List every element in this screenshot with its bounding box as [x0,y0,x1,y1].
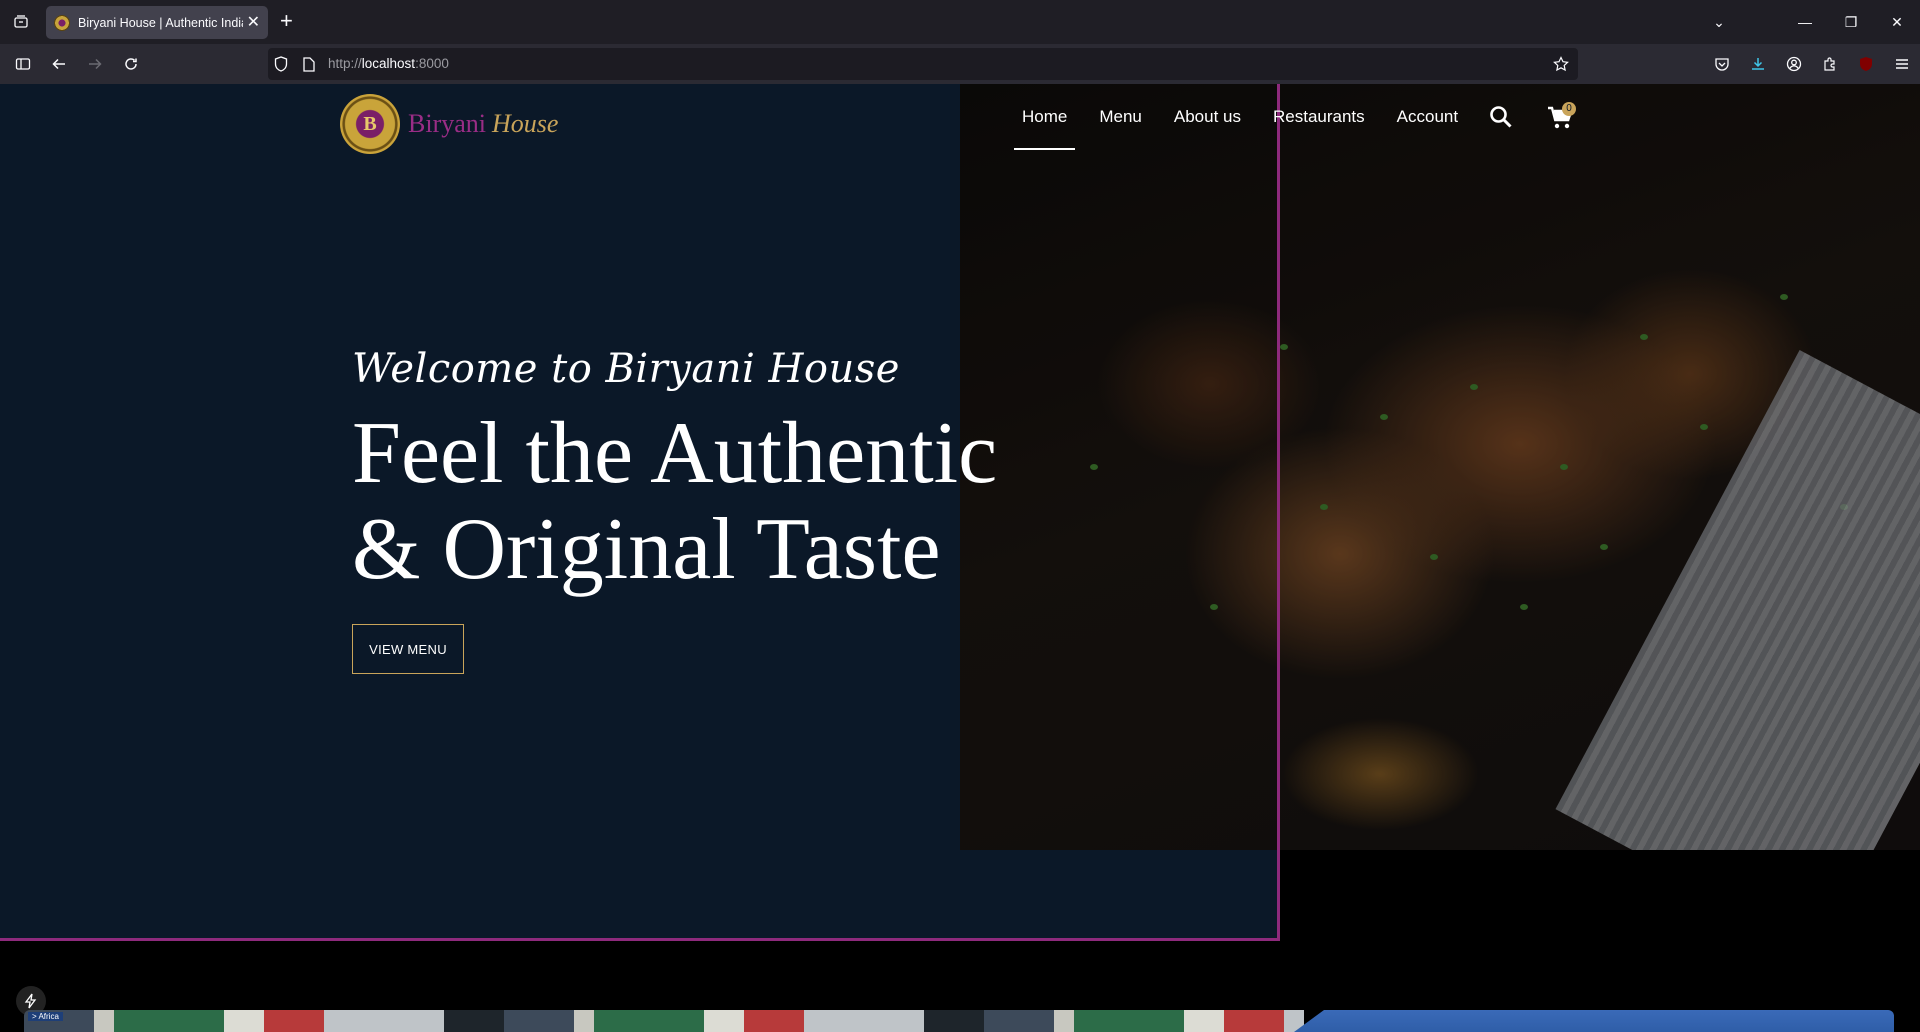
web-page: B Biryani House Home Menu About us Resta… [0,84,1920,1032]
site-logo[interactable]: B Biryani House [340,94,558,154]
nav-restaurants[interactable]: Restaurants [1265,84,1373,150]
restore-icon[interactable]: ❐ [1828,14,1874,31]
view-menu-button[interactable]: VIEW MENU [352,624,464,674]
browser-toolbar [1704,44,1920,84]
favicon-icon [54,14,70,31]
new-tab-icon[interactable]: + [280,10,293,32]
restaurant-photo-strip: > Africa [24,1010,1894,1032]
page-info-icon[interactable] [300,55,318,73]
nav-account[interactable]: Account [1389,84,1466,150]
logo-emblem-icon: B [340,94,400,154]
shield-icon[interactable] [272,55,290,73]
hero-food-image [960,84,1920,850]
site-navigation: Home Menu About us Restaurants Account [1014,84,1482,150]
url-text: http://localhost:8000 [328,56,449,71]
browser-tab-bar: Biryani House | Authentic Indian ✕ + ⌄ —… [0,0,1920,44]
nav-home[interactable]: Home [1014,84,1076,150]
tab-title: Biryani House | Authentic Indian [78,15,243,30]
browser-tab-active[interactable]: Biryani House | Authentic Indian ✕ [46,6,268,39]
address-bar[interactable]: http://localhost:8000 [268,48,1578,80]
hero-headline-line2: & Original Taste [352,501,941,598]
search-icon[interactable] [1488,104,1514,130]
tab-overflow-chevron-icon[interactable]: ⌄ [1696,14,1742,31]
logo-text-biryani: Biryani [408,109,486,138]
sidebar-toggle-icon[interactable] [11,52,35,76]
hero-headline: Feel the Authentic & Original Taste [352,406,997,598]
cart-count-badge: 0 [1562,102,1576,116]
tab-list-icon[interactable] [10,11,32,33]
window-close-icon[interactable]: ✕ [1874,14,1920,31]
window-controls: ⌄ — ❐ ✕ [1696,0,1920,44]
nav-about-us[interactable]: About us [1166,84,1249,150]
reload-icon[interactable] [119,52,143,76]
downloads-icon[interactable] [1740,44,1776,84]
bookmark-star-icon[interactable] [1552,55,1570,73]
hero-welcome: Welcome to Biryani House [352,346,900,392]
tab-close-icon[interactable]: ✕ [247,14,260,31]
sky-photo [1294,1010,1894,1032]
nav-menu[interactable]: Menu [1091,84,1150,150]
hero-text: Welcome to Biryani House Feel the Authen… [352,346,997,598]
storefront-photo [24,1010,1304,1032]
store-sign-text: > Africa [28,1012,63,1021]
minimize-icon[interactable]: — [1782,14,1828,30]
forward-arrow-icon[interactable] [83,52,107,76]
app-menu-icon[interactable] [1884,44,1920,84]
pocket-icon[interactable] [1704,44,1740,84]
hero-headline-line1: Feel the Authentic [352,405,998,502]
account-icon[interactable] [1776,44,1812,84]
extensions-icon[interactable] [1812,44,1848,84]
logo-text-house: House [492,109,559,138]
back-arrow-icon[interactable] [47,52,71,76]
browser-nav-bar: http://localhost:8000 [0,44,1920,84]
ublock-icon[interactable] [1848,44,1884,84]
